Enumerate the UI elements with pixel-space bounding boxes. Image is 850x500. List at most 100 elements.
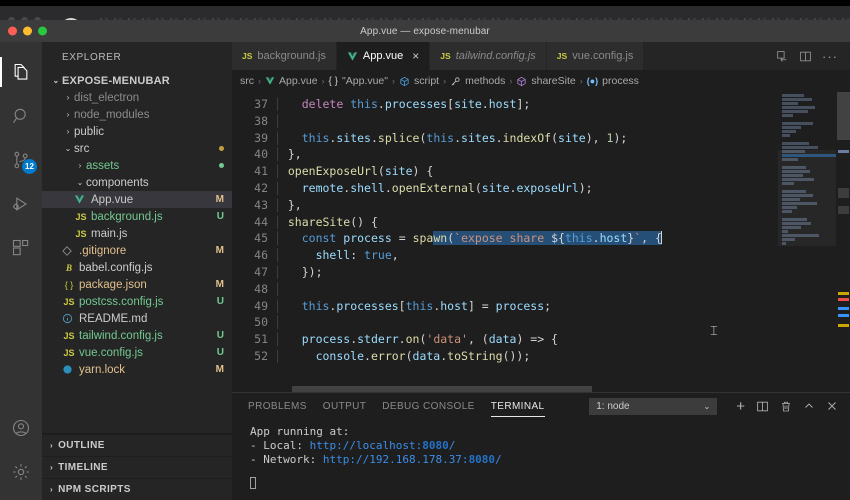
window-traffic-lights[interactable] <box>8 26 47 36</box>
files-icon <box>11 62 31 82</box>
code-text[interactable]: 37 │ delete this.processes[site.host]; 38… <box>232 92 778 365</box>
git-status-badge: U <box>216 330 224 341</box>
tab-app-vue[interactable]: App.vue × <box>336 42 431 70</box>
tree-item-label: tailwind.config.js <box>79 329 163 342</box>
activity-item-accounts[interactable] <box>0 406 42 450</box>
terminal-local-url[interactable]: http://localhost: <box>310 439 423 452</box>
more-actions-icon[interactable]: ··· <box>822 50 838 63</box>
sidebar-section-npm-scripts[interactable]: › NPM SCRIPTS <box>42 478 232 500</box>
chevron-right-icon: › <box>579 76 583 86</box>
code-scroll-area[interactable]: 37 │ delete this.processes[site.host]; 38… <box>232 92 778 392</box>
new-terminal-icon[interactable]: + <box>736 399 745 414</box>
split-editor-down-icon[interactable] <box>776 50 789 63</box>
panel-tab-problems[interactable]: PROBLEMS <box>240 393 315 419</box>
tree-item-readme-md[interactable]: README.md <box>42 310 232 327</box>
panel-tab-terminal[interactable]: TERMINAL <box>483 393 553 419</box>
panel-tab-output[interactable]: OUTPUT <box>315 393 375 419</box>
panel-tab-label: OUTPUT <box>322 400 367 412</box>
window-close-button[interactable] <box>8 26 17 36</box>
tree-item-assets[interactable]: › assets <box>42 157 232 174</box>
close-icon[interactable]: × <box>412 50 419 62</box>
tree-item-package-json[interactable]: { } package.json M <box>42 276 232 293</box>
git-status-badge: M <box>215 194 224 205</box>
tree-item-app-vue[interactable]: App.vue M <box>42 191 232 208</box>
explorer-tree[interactable]: ⌄ EXPOSE-MENUBAR › dist_electron › node_… <box>42 72 232 433</box>
line-number: 47 <box>254 264 268 279</box>
editor-horizontal-scrollbar[interactable] <box>292 386 592 392</box>
tree-item-postcss-config-js[interactable]: JS postcss.config.js U <box>42 293 232 310</box>
maximize-panel-icon[interactable] <box>803 400 815 412</box>
panel-tab-label: PROBLEMS <box>248 400 307 412</box>
kill-terminal-icon[interactable] <box>780 400 792 413</box>
tab-label: vue.config.js <box>572 50 634 62</box>
breadcrumb-item-methods[interactable]: methods <box>450 75 505 87</box>
line-number: 44 <box>254 214 268 229</box>
property-icon <box>450 76 461 87</box>
activity-item-run-and-debug[interactable] <box>0 182 42 226</box>
activity-item-search[interactable] <box>0 94 42 138</box>
overview-ruler[interactable] <box>837 92 850 392</box>
breadcrumb[interactable]: src › App.vue › { } "App.vue" › script ›… <box>232 70 850 92</box>
tree-item-vue-config-js[interactable]: JS vue.config.js U <box>42 344 232 361</box>
activity-item-explorer[interactable] <box>0 50 42 94</box>
terminal-local-label: - Local: <box>250 439 310 452</box>
tree-item-dist_electron[interactable]: › dist_electron <box>42 89 232 106</box>
terminal-output[interactable]: App running at: - Local: http://localhos… <box>232 419 850 500</box>
chevron-right-icon: › <box>509 76 513 86</box>
terminal-network-url[interactable]: http://192.168.178.37: <box>323 453 469 466</box>
terminal-selector-value: 1: node <box>596 400 630 412</box>
split-editor-right-icon[interactable] <box>799 50 812 63</box>
breadcrumb-item-sharesite[interactable]: shareSite <box>516 75 576 87</box>
terminal-line-3: - Network: http://192.168.178.37:8080/ <box>250 453 850 467</box>
panel-tab-debug-console[interactable]: DEBUG CONSOLE <box>374 393 482 419</box>
tree-item-main-js[interactable]: JS main.js <box>42 225 232 242</box>
tab-tailwind-config-js[interactable]: JS tailwind.config.js <box>430 42 547 70</box>
code-editor[interactable]: 37 │ delete this.processes[site.host]; 38… <box>232 92 850 392</box>
breadcrumb-item-app-vue[interactable]: App.vue <box>265 75 318 87</box>
chevron-right-icon: › <box>50 441 54 450</box>
activity-item-extensions[interactable] <box>0 226 42 270</box>
breadcrumb-item-process[interactable]: (●) process <box>587 75 639 87</box>
terminal-selector-dropdown[interactable]: 1: node ⌄ <box>589 397 718 415</box>
screenshot-root: App.vue — expose-menubar 12 EXPLORER ⌄ E… <box>0 0 850 500</box>
tree-item-label: components <box>86 176 149 189</box>
activity-item-source-control[interactable]: 12 <box>0 138 42 182</box>
tree-item-src[interactable]: ⌄ src <box>42 140 232 157</box>
chevron-right-icon: › <box>443 76 447 86</box>
window-minimize-button[interactable] <box>23 26 32 36</box>
tree-item-label: main.js <box>91 227 128 240</box>
breadcrumb-item-app-vue-symbol[interactable]: { } "App.vue" <box>329 75 388 87</box>
js-icon: JS <box>556 51 568 61</box>
tree-item-public[interactable]: › public <box>42 123 232 140</box>
minimap-viewport-slider[interactable] <box>778 150 836 246</box>
split-terminal-icon[interactable] <box>756 400 769 413</box>
tab-background-js[interactable]: JS background.js <box>232 42 337 70</box>
tree-item-babel-config-js[interactable]: B babel.config.js <box>42 259 232 276</box>
sidebar-section-timeline[interactable]: › TIMELINE <box>42 456 232 478</box>
tree-item-gitignore[interactable]: .gitignore M <box>42 242 232 259</box>
window-zoom-button[interactable] <box>38 26 47 36</box>
activity-item-manage[interactable] <box>0 450 42 494</box>
modified-dot-indicator <box>219 146 224 151</box>
close-panel-icon[interactable] <box>826 400 838 412</box>
tree-item-yarn-lock[interactable]: yarn.lock M <box>42 361 232 378</box>
breadcrumb-label: process <box>602 75 639 87</box>
tree-root-expose-menubar[interactable]: ⌄ EXPOSE-MENUBAR <box>42 72 232 89</box>
search-icon <box>11 106 31 126</box>
tab-vue-config-js[interactable]: JS vue.config.js <box>546 42 645 70</box>
tree-item-background-js[interactable]: JS background.js U <box>42 208 232 225</box>
sidebar-section-outline[interactable]: › OUTLINE <box>42 434 232 456</box>
bottom-panel: PROBLEMS OUTPUT DEBUG CONSOLE TERMINAL 1… <box>232 392 850 500</box>
account-icon <box>11 418 31 438</box>
editor-scrollbar-thumb[interactable] <box>837 92 850 140</box>
tree-item-components[interactable]: ⌄ components <box>42 174 232 191</box>
git-icon <box>62 245 76 256</box>
tree-item-label: .gitignore <box>79 244 127 257</box>
tree-item-tailwind-config-js[interactable]: JS tailwind.config.js U <box>42 327 232 344</box>
breadcrumb-item-script[interactable]: script <box>399 75 439 87</box>
title-bar: App.vue — expose-menubar <box>0 20 850 42</box>
tree-item-node_modules[interactable]: › node_modules <box>42 106 232 123</box>
breadcrumb-item-src[interactable]: src <box>240 75 254 87</box>
chevron-right-icon: › <box>66 126 70 136</box>
minimap[interactable] <box>778 92 850 392</box>
